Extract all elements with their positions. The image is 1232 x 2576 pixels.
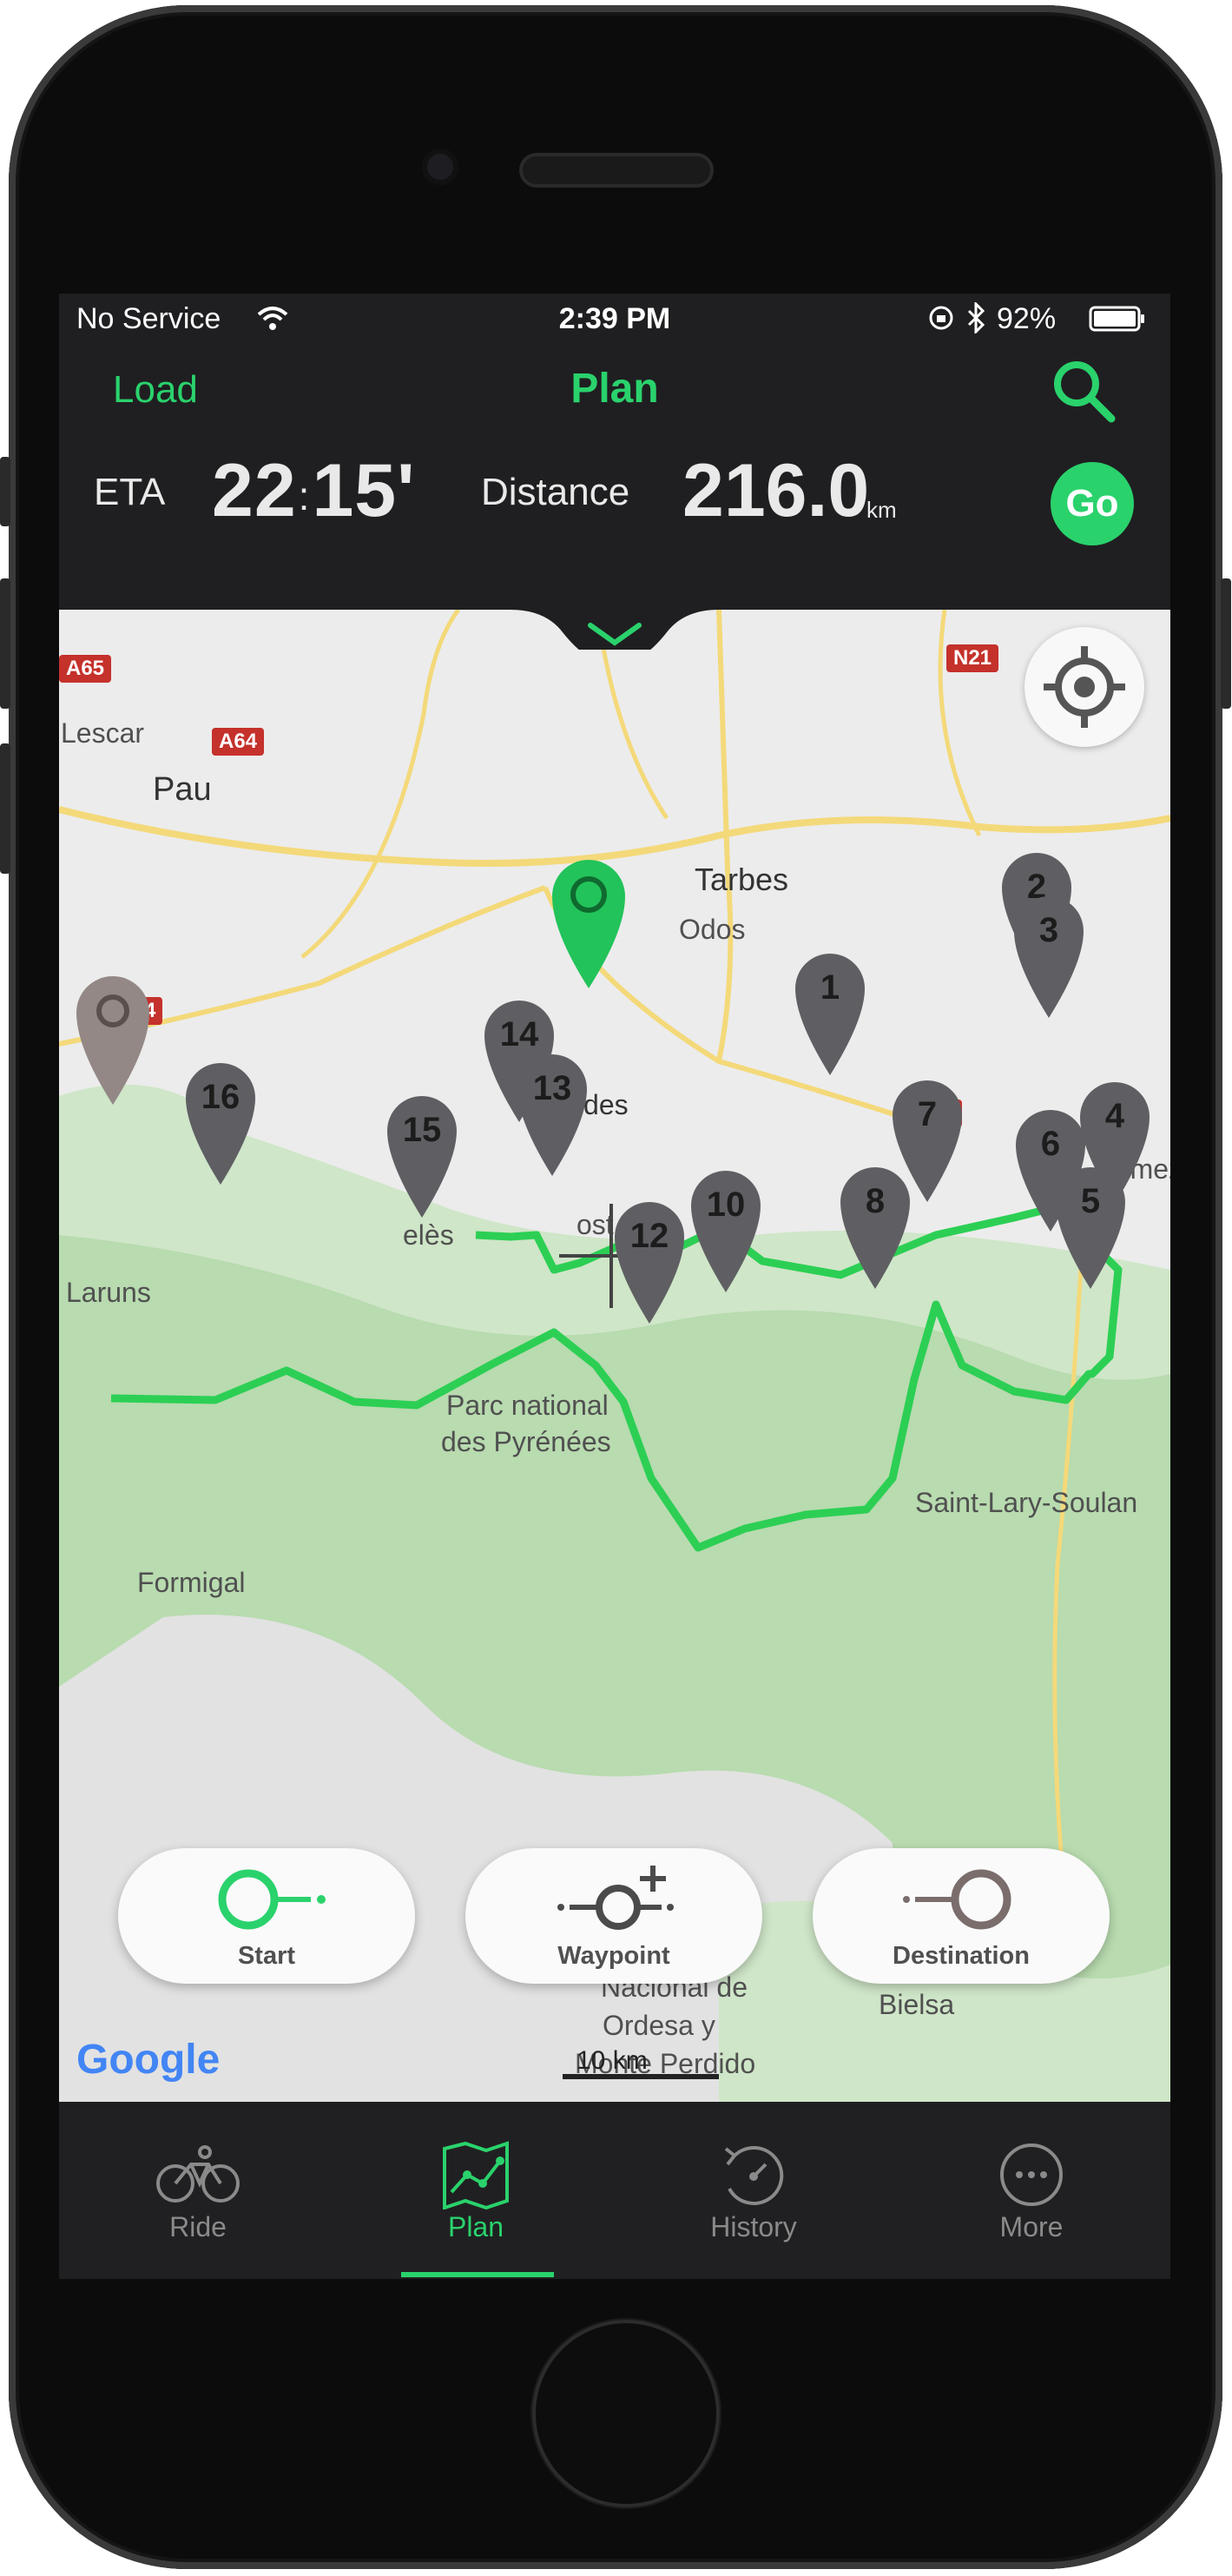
waypoint-label: Waypoint <box>557 1942 670 1970</box>
front-camera <box>422 149 458 185</box>
route-map-icon <box>443 2141 509 2209</box>
waypoint-button[interactable]: Waypoint <box>465 1848 762 1984</box>
place-label: des Pyrénées <box>441 1426 611 1457</box>
map-scale: 10 km <box>528 2046 719 2079</box>
home-button[interactable] <box>532 2320 720 2507</box>
distance-value: 216.0 <box>682 449 870 532</box>
volume-up-button <box>0 578 10 709</box>
distance-unit: km <box>866 497 897 523</box>
road-shield: A64 <box>910 1100 963 1127</box>
place-label: Formigal <box>137 1567 246 1598</box>
start-label: Start <box>237 1942 296 1970</box>
tab-history[interactable]: History <box>615 2109 893 2279</box>
road-shield: A64 <box>212 728 265 756</box>
destination-point-icon <box>903 1869 1011 1930</box>
place-label: Parc national <box>446 1390 609 1421</box>
start-pin-icon[interactable] <box>545 853 632 992</box>
tab-label: History <box>710 2211 797 2242</box>
google-logo: Google <box>76 2037 221 2083</box>
scale-label: 10 km <box>576 2046 648 2075</box>
road-shield: A65 <box>59 655 112 683</box>
destination-pin-icon[interactable] <box>69 969 156 1108</box>
search-icon[interactable] <box>1049 356 1118 426</box>
app-screen: No Service 2:39 PM 92% Load Plan ETA 22:… <box>59 294 1170 2279</box>
place-label: Odos <box>679 914 746 945</box>
eta-separator: : <box>298 473 311 519</box>
destination-label: Destination <box>893 1942 1030 1970</box>
tab-label: More <box>999 2211 1064 2242</box>
eta-label: ETA <box>94 471 166 513</box>
distance-label: Distance <box>481 471 630 513</box>
place-label: Tarbes <box>695 862 789 897</box>
mute-switch <box>0 457 10 526</box>
eta-minutes: 15' <box>312 449 416 532</box>
status-bar: No Service 2:39 PM 92% <box>59 294 1170 346</box>
route-summary-bar: ETA 22:15' Distance 216.0 km Go <box>59 433 1170 545</box>
page-title: Plan <box>570 366 659 412</box>
add-waypoint-icon <box>557 1866 674 1930</box>
place-label: Pau <box>153 771 212 808</box>
place-label: Saint-Lary-Soulan <box>915 1487 1138 1518</box>
crosshair-target-icon <box>1044 646 1125 728</box>
tab-bar: Ride Plan History More <box>59 2109 1170 2279</box>
start-button[interactable]: Start <box>118 1848 415 1984</box>
eta-hours: 22 <box>212 449 297 532</box>
orientation-lock-icon <box>929 306 953 330</box>
nav-bar: Load Plan <box>59 346 1170 433</box>
earpiece-speaker <box>519 153 714 188</box>
active-tab-indicator <box>401 2272 554 2277</box>
bluetooth-icon <box>967 302 985 334</box>
power-button <box>1221 578 1231 709</box>
bicycle-icon <box>156 2145 240 2203</box>
place-label: Laruns <box>66 1277 151 1308</box>
tab-more[interactable]: More <box>893 2109 1170 2279</box>
battery-icon <box>1089 306 1144 332</box>
eta-value: 22:15' <box>212 448 416 534</box>
tab-ride[interactable]: Ride <box>59 2109 337 2279</box>
tab-plan[interactable]: Plan <box>337 2109 615 2279</box>
center-crosshair-icon <box>559 1204 663 1308</box>
history-icon <box>724 2146 784 2205</box>
tab-label: Plan <box>447 2211 504 2242</box>
tab-label: Ride <box>169 2211 227 2242</box>
volume-down-button <box>0 743 10 874</box>
panel-collapse-handle[interactable] <box>59 545 1170 650</box>
destination-button[interactable]: Destination <box>813 1848 1110 1984</box>
place-label: elès <box>403 1219 454 1251</box>
more-icon <box>1000 2143 1063 2206</box>
locate-me-button[interactable] <box>1024 627 1144 747</box>
place-label: Lescar <box>61 717 145 749</box>
battery-percent: 92% <box>997 302 1057 335</box>
place-label: Bielsa <box>879 1989 955 2020</box>
place-label: nemez <box>1099 1153 1170 1185</box>
place-label: Lourdes <box>528 1089 629 1120</box>
place-label: Ordesa y <box>603 2010 715 2041</box>
start-point-icon <box>218 1869 326 1930</box>
go-button[interactable]: Go <box>1051 462 1134 545</box>
